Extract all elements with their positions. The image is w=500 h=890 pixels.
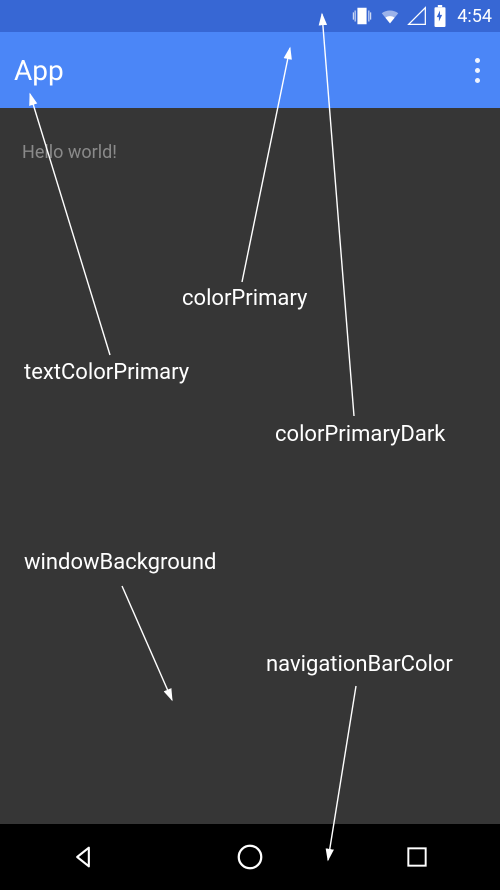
signal-icon bbox=[407, 6, 427, 26]
nav-home-button[interactable] bbox=[210, 837, 290, 877]
status-time: 4:54 bbox=[457, 6, 492, 27]
label-color-primary: colorPrimary bbox=[182, 286, 307, 311]
battery-charging-icon bbox=[433, 5, 447, 27]
vibrate-icon bbox=[351, 5, 373, 27]
overflow-menu-icon[interactable] bbox=[469, 52, 486, 89]
hello-text: Hello world! bbox=[22, 142, 117, 163]
label-navigation-bar-color: navigationBarColor bbox=[266, 652, 453, 677]
nav-recent-button[interactable] bbox=[377, 837, 457, 877]
content-area: Hello world! colorPrimary textColorPrima… bbox=[0, 108, 500, 824]
label-text-color-primary: textColorPrimary bbox=[24, 360, 189, 385]
label-color-primary-dark: colorPrimaryDark bbox=[275, 422, 445, 447]
status-bar: 4:54 bbox=[0, 0, 500, 32]
app-bar: App bbox=[0, 32, 500, 108]
label-window-background: windowBackground bbox=[24, 550, 216, 575]
navigation-bar bbox=[0, 824, 500, 890]
nav-back-button[interactable] bbox=[43, 837, 123, 877]
wifi-icon bbox=[379, 5, 401, 27]
app-title: App bbox=[14, 54, 64, 87]
